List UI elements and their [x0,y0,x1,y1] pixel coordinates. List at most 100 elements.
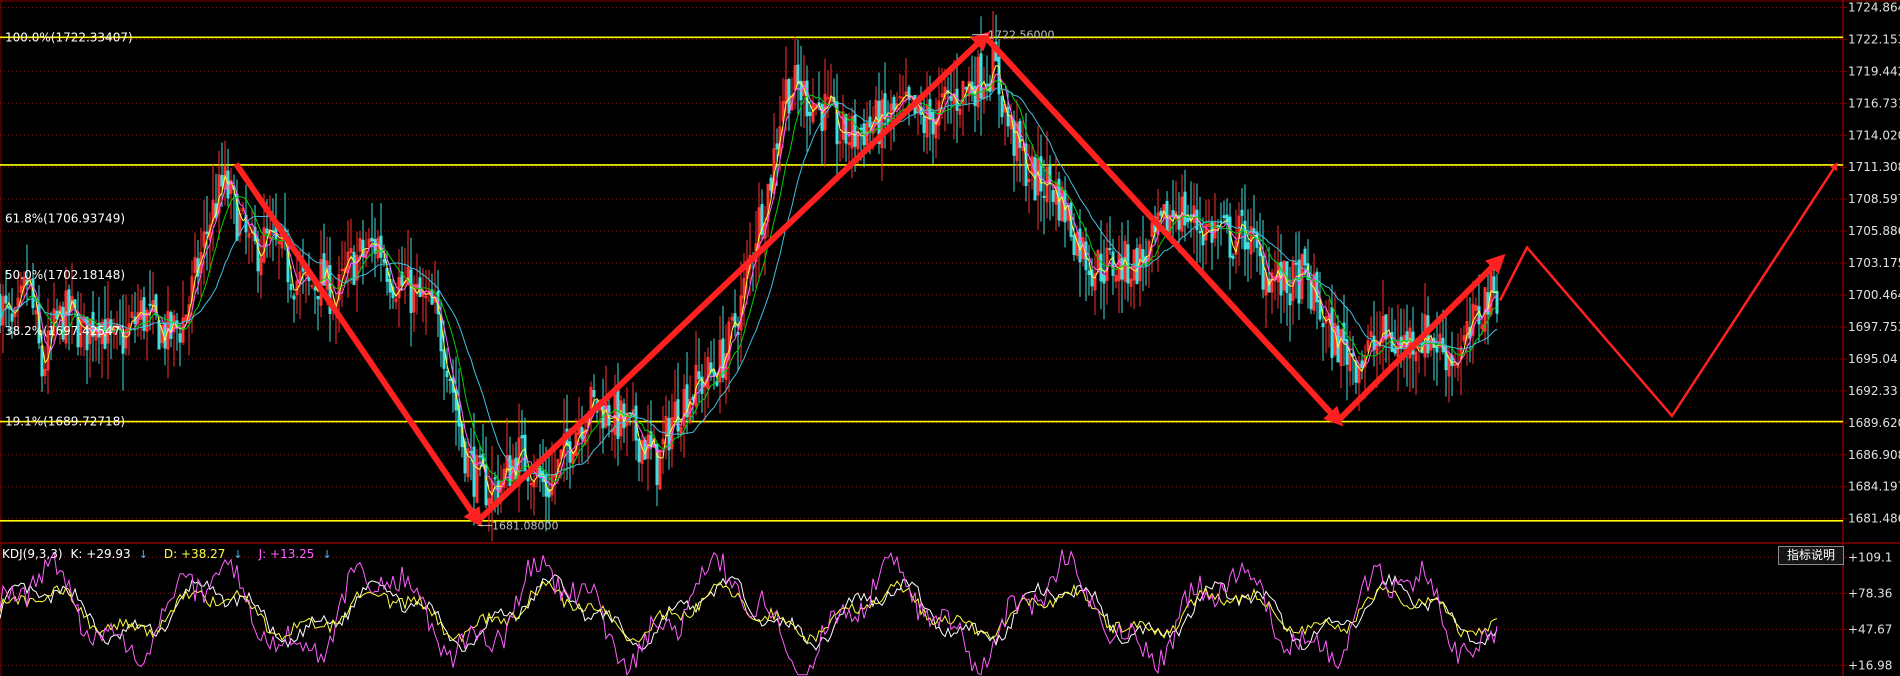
candle-body [1072,235,1076,256]
candle-body [1435,346,1439,353]
candle-body [1078,228,1082,263]
fib-level-label: 61.8%(1706.93749) [5,212,125,226]
price-tick-label: 1684.197 [1848,480,1900,494]
price-tick-label: 1689.620 [1848,416,1900,430]
kdj-legend: KDJ(9,3,3) K: +29.93 ↓ D: +38.27 ↓ J: +13.25 ↓ [2,547,348,561]
price-tick-label: 1714.020 [1848,128,1900,142]
candle-body [964,87,968,90]
candle-body [418,277,422,297]
candle-body [1141,249,1145,261]
candle-body [697,371,701,380]
candle-body [1042,195,1046,198]
kdj-k-label: K: +29.93 [70,547,131,561]
candle-body [898,96,902,99]
price-tick-label: 1708.597 [1848,192,1900,206]
candle-body [445,370,449,378]
fib-level-label: 38.2%(1697.42547) [5,324,125,338]
candle-body [826,97,830,100]
candle-body [382,259,386,263]
candle-body [10,313,14,322]
candle-body [796,64,800,85]
candle-body [493,477,497,480]
price-tick-label: 1681.486 [1848,512,1900,526]
candle-body [892,96,896,111]
candle-body [292,295,296,300]
candle-body [1000,95,1004,118]
kdj-d-label: D: +38.27 [163,547,226,561]
kdj-k-value: K: +29.93 ↓ [71,547,156,561]
candle-body [1198,230,1202,234]
candle-body [1495,290,1499,314]
candle-body [148,303,152,306]
price-tick-label: 1697.753 [1848,320,1900,334]
candle-body [820,103,824,132]
price-tick-label: 1700.464 [1848,288,1900,302]
price-tick-label: 1695.04 [1848,352,1898,366]
indicator-info-button[interactable]: 指标说明 [1778,546,1844,565]
candle-body [1171,210,1175,217]
candle-body [1321,323,1325,328]
arrow-down-icon: ↓ [138,548,148,561]
kdj-j-label: J: +13.25 [258,547,315,561]
candle-body [1231,255,1235,259]
candle-body [1246,242,1250,250]
candle-body [340,269,344,272]
candle-body [1492,276,1496,293]
candle-body [1186,217,1190,222]
candle-body [1351,353,1355,357]
kdj-tick-label: +47.67 [1848,622,1892,636]
candle-body [7,306,11,309]
candle-body [178,333,182,343]
kdj-d-value: D: +38.27 ↓ [164,547,251,561]
candle-body [1477,306,1481,325]
candle-body [676,399,680,432]
price-tick-label: 1716.731 [1848,96,1900,110]
candle-body [1201,234,1205,246]
candle-body [1210,221,1214,243]
candle-body [310,285,314,288]
kdj-tick-label: +109.1 [1848,550,1892,564]
kdj-tick-label: +78.36 [1848,586,1892,600]
candle-body [568,441,572,463]
price-tick-label: 1692.33 [1848,384,1898,398]
candle-body [721,338,725,378]
candle-body [592,390,596,398]
candle-body [1222,215,1226,219]
candle-body [931,111,935,135]
price-tick-label: 1711.308 [1848,160,1900,174]
candle-body [448,379,452,382]
price-tick-label: 1724.864 [1848,0,1900,14]
kdj-tick-label: +16.98 [1848,658,1892,672]
candle-body [370,237,374,242]
candle-body [226,170,230,199]
candle-body [1099,253,1103,282]
candle-body [631,409,635,412]
high-price-label: 1722.56000 [988,29,1054,42]
price-tick-label: 1705.886 [1848,224,1900,238]
candle-body [1051,190,1055,202]
candle-body [472,446,476,497]
kdj-label: KDJ(9,3,3) [2,547,63,561]
candle-body [922,115,926,134]
candle-body [949,95,953,101]
candle-body [520,435,524,439]
candle-body [637,438,641,463]
candle-body [409,269,413,314]
candle-body [1006,106,1010,127]
candle-body [313,287,317,291]
fib-level-label: 100.0%(1722.33407) [5,30,133,44]
candle-body [1288,293,1292,306]
price-tick-label: 1703.175 [1848,256,1900,270]
candle-body [1108,248,1112,251]
candle-body [4,295,8,304]
arrow-down-icon: ↓ [233,548,243,561]
candle-body [1102,275,1106,284]
candle-body [1384,314,1388,340]
candle-body [1183,191,1187,226]
candle-body [289,283,293,291]
candle-body [205,231,209,235]
low-price-label: 1681.08000 [492,519,558,532]
candle-body [1252,228,1256,233]
candle-body [1159,210,1163,216]
price-tick-label: 1719.442 [1848,64,1900,78]
